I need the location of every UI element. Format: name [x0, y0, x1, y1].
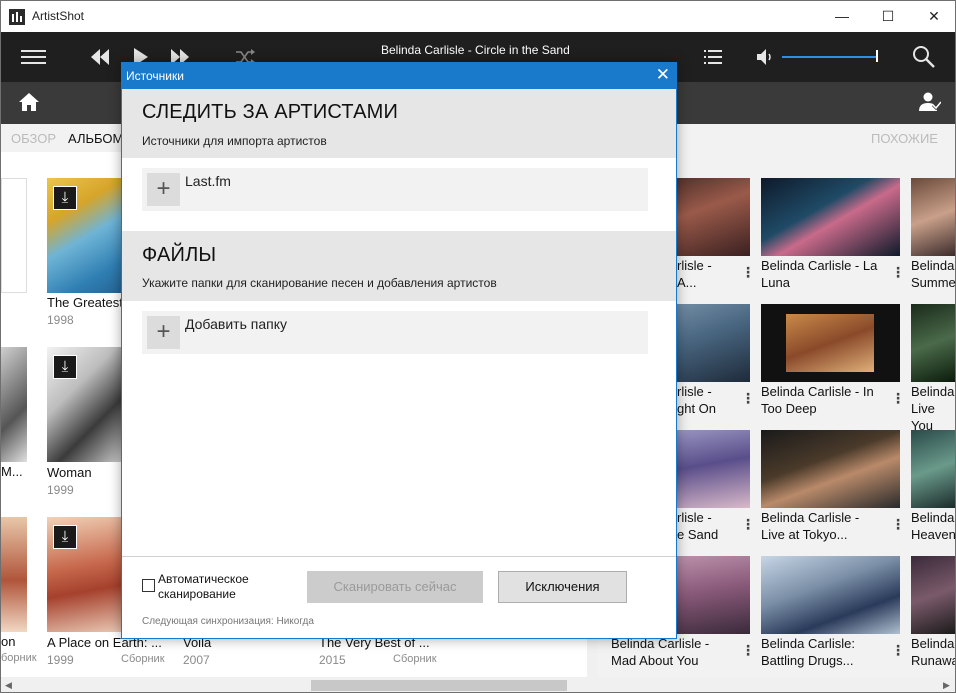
- files-section-title: ФАЙЛЫ: [142, 244, 217, 266]
- download-icon[interactable]: ⤓: [53, 355, 77, 379]
- plus-icon[interactable]: +: [147, 316, 180, 349]
- source-item-label: Last.fm: [185, 173, 231, 189]
- horizontal-scrollbar-thumb[interactable]: [311, 680, 567, 691]
- home-icon[interactable]: [19, 93, 39, 111]
- video-title[interactable]: Belinda Carlisle - Live at Tokyo...: [761, 509, 886, 543]
- horizontal-scrollbar[interactable]: ◀ ▶: [1, 677, 955, 692]
- video-thumbnail[interactable]: [911, 430, 955, 508]
- video-thumbnail[interactable]: [761, 178, 900, 256]
- album-year: 1999: [47, 653, 74, 667]
- scroll-left-icon[interactable]: ◀: [5, 680, 12, 691]
- album-type-partial: борник: [1, 652, 37, 664]
- album-year: 2015: [319, 653, 346, 667]
- files-section-header: ФАЙЛЫ Укажите папки для сканирование пес…: [122, 231, 676, 301]
- album-cover-partial[interactable]: [1, 178, 27, 293]
- album-year: 1998: [47, 313, 74, 327]
- album-type: Сборник: [393, 653, 437, 665]
- download-icon[interactable]: ⤓: [53, 186, 77, 210]
- search-icon[interactable]: [912, 45, 936, 69]
- video-thumbnail[interactable]: [911, 556, 955, 634]
- plus-icon[interactable]: +: [147, 173, 180, 206]
- title-bar: ArtistShot — ☐ ✕: [1, 1, 955, 32]
- close-window-button[interactable]: ✕: [911, 1, 955, 32]
- artists-section-description: Источники для импорта артистов: [142, 134, 327, 148]
- more-options-icon[interactable]: ⋮: [741, 642, 755, 659]
- exclusions-button[interactable]: Исключения: [498, 571, 627, 603]
- album-title[interactable]: Woman: [47, 465, 92, 480]
- next-sync-status: Следующая синхронизация: Никогда: [142, 616, 314, 627]
- more-options-icon[interactable]: ⋮: [741, 390, 755, 407]
- artists-section-header: СЛЕДИТЬ ЗА АРТИСТАМИ Источники для импор…: [122, 89, 676, 158]
- auto-scan-checkbox[interactable]: [142, 579, 155, 592]
- playlist-icon[interactable]: [704, 49, 722, 65]
- dialog-divider: [122, 556, 676, 557]
- dialog-title-bar: Источники ✕: [122, 63, 676, 89]
- download-icon[interactable]: ⤓: [53, 525, 77, 549]
- app-logo-icon: [9, 9, 25, 25]
- hamburger-menu-icon[interactable]: [21, 50, 46, 64]
- video-thumbnail[interactable]: [911, 178, 955, 256]
- album-cover-partial[interactable]: [1, 517, 27, 632]
- dialog-title: Источники: [126, 69, 184, 83]
- video-thumbnail[interactable]: [761, 430, 900, 508]
- video-title[interactable]: Belinda Live You: [911, 383, 955, 434]
- video-title[interactable]: Belinda Carlisle - In Too Deep: [761, 383, 886, 417]
- album-type: Сборник: [121, 653, 165, 665]
- minimize-button[interactable]: —: [819, 1, 865, 32]
- album-cover-partial[interactable]: [1, 347, 27, 462]
- tab-similar[interactable]: ПОХОЖИЕ: [871, 131, 938, 146]
- source-item-lastfm[interactable]: + Last.fm: [142, 168, 648, 211]
- album-year: 2007: [183, 653, 210, 667]
- scroll-right-icon[interactable]: ▶: [943, 680, 950, 691]
- video-title[interactable]: Belinda Heaven: [911, 509, 955, 543]
- more-options-icon[interactable]: ⋮: [741, 516, 755, 533]
- volume-slider-thumb[interactable]: [876, 50, 878, 62]
- more-options-icon[interactable]: ⋮: [891, 264, 905, 281]
- album-year: 1999: [47, 483, 74, 497]
- more-options-icon[interactable]: ⋮: [891, 642, 905, 659]
- video-title[interactable]: Belinda Runawa: [911, 635, 955, 669]
- video-thumbnail[interactable]: [911, 304, 955, 382]
- add-folder-label: Добавить папку: [185, 316, 287, 332]
- app-title: ArtistShot: [32, 9, 85, 23]
- album-title-partial: on: [1, 634, 16, 649]
- artists-section-title: СЛЕДИТЬ ЗА АРТИСТАМИ: [142, 101, 399, 123]
- more-options-icon[interactable]: ⋮: [891, 516, 905, 533]
- more-options-icon[interactable]: ⋮: [891, 390, 905, 407]
- album-title[interactable]: The Greatest: [47, 295, 123, 310]
- previous-track-icon[interactable]: [91, 49, 109, 65]
- files-section-description: Укажите папки для сканирование песен и д…: [142, 276, 497, 290]
- sources-dialog: Источники ✕ СЛЕДИТЬ ЗА АРТИСТАМИ Источни…: [121, 62, 677, 639]
- app-window: ArtistShot — ☐ ✕ Belinda Carlisle - Circ…: [0, 0, 956, 693]
- video-thumbnail[interactable]: [761, 304, 900, 382]
- dialog-close-icon[interactable]: ✕: [656, 65, 670, 85]
- auto-scan-label[interactable]: Автоматическое сканирование: [158, 572, 268, 602]
- scan-now-button[interactable]: Сканировать сейчас: [307, 571, 483, 603]
- follow-artist-icon[interactable]: [919, 92, 941, 112]
- more-options-icon[interactable]: ⋮: [741, 264, 755, 281]
- volume-slider[interactable]: [782, 56, 878, 58]
- add-folder-button[interactable]: + Добавить папку: [142, 311, 648, 354]
- video-thumbnail[interactable]: [761, 556, 900, 634]
- album-title-partial: M...: [1, 464, 23, 479]
- volume-icon[interactable]: [757, 48, 775, 66]
- tab-albums[interactable]: АЛЬБОМ: [68, 131, 123, 146]
- tab-overview[interactable]: ОБЗОР: [11, 131, 56, 146]
- maximize-button[interactable]: ☐: [865, 1, 911, 32]
- now-playing-title: Belinda Carlisle - Circle in the Sand: [381, 43, 570, 57]
- video-title[interactable]: Belinda Carlisle - La Luna: [761, 257, 886, 291]
- video-title[interactable]: Belinda Carlisle: Battling Drugs...: [761, 635, 886, 669]
- video-title[interactable]: Belinda Summe: [911, 257, 955, 291]
- video-title[interactable]: Belinda Carlisle - Mad About You: [611, 635, 736, 669]
